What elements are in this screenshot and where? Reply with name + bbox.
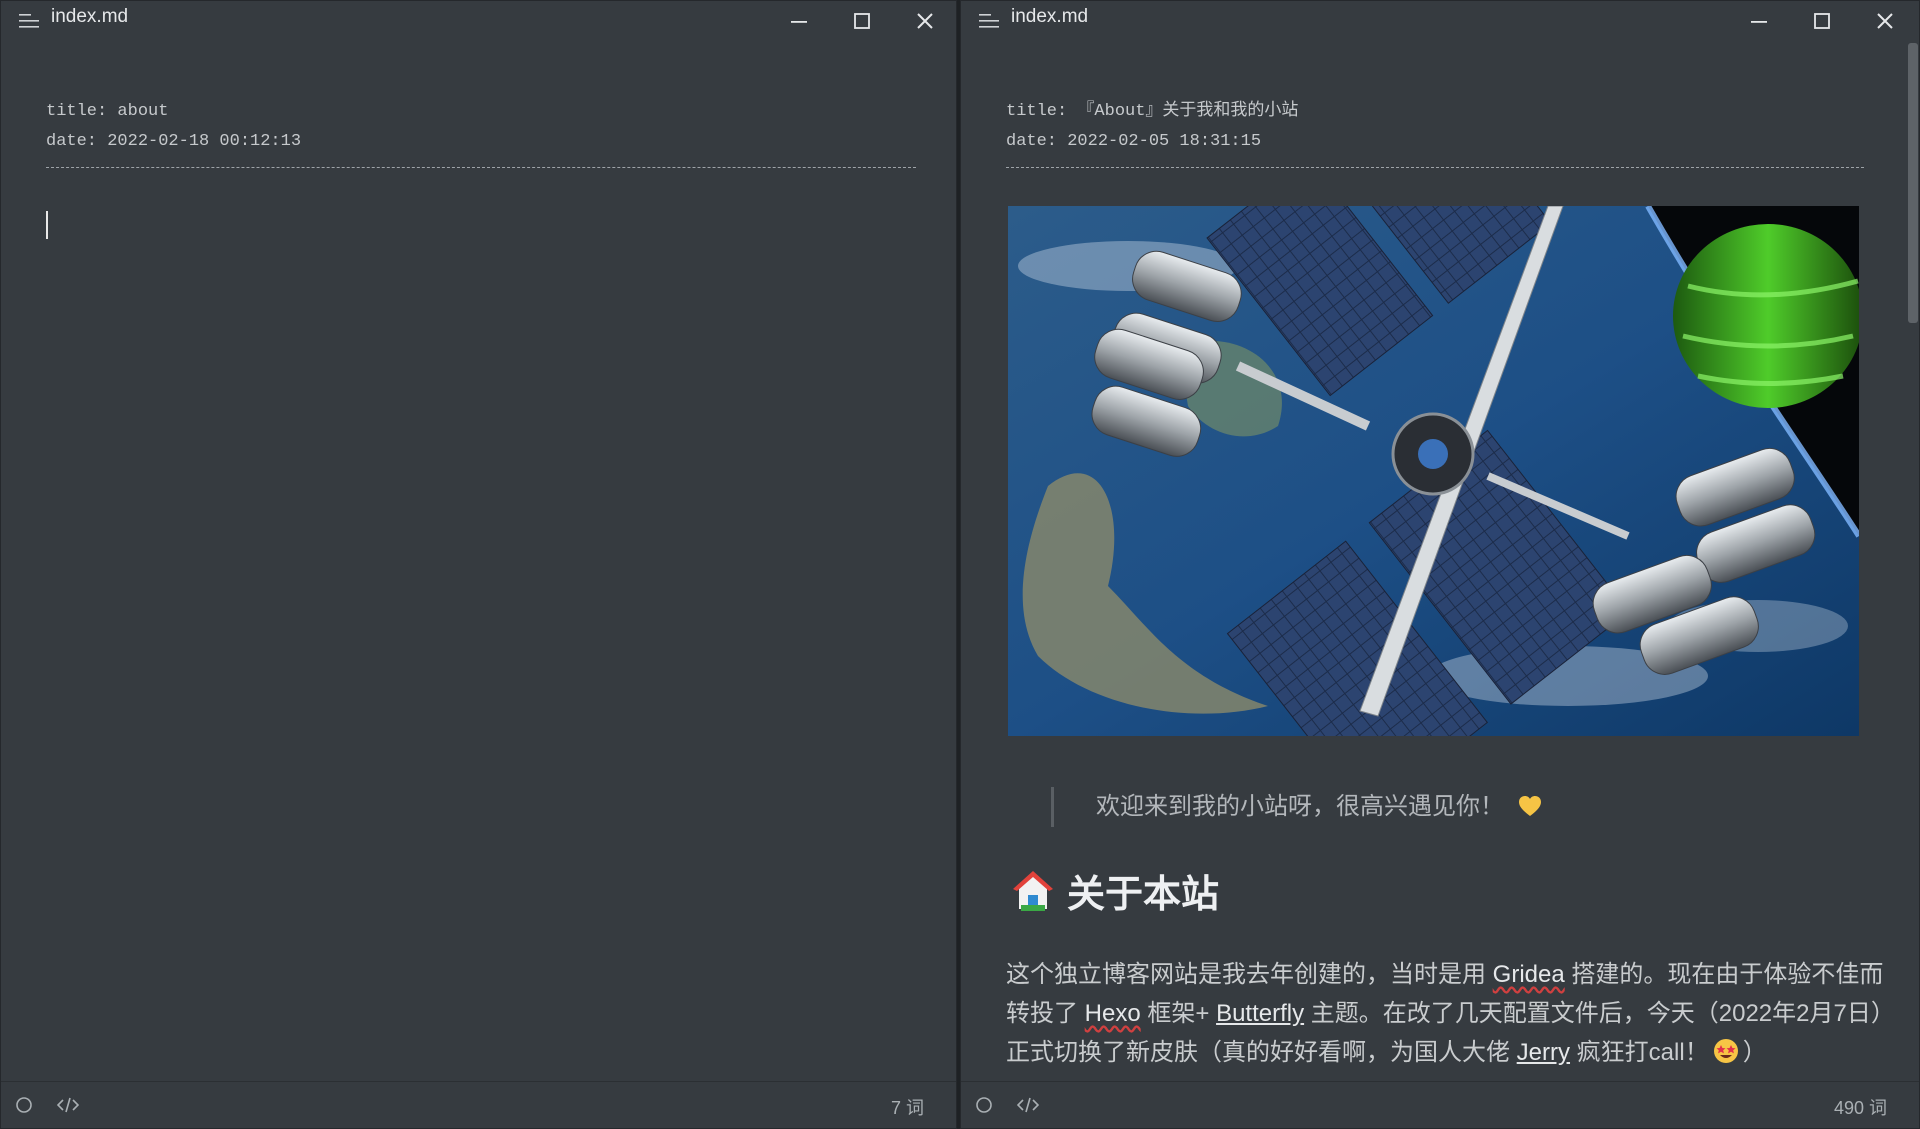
link-butterfly[interactable]: Butterfly [1216, 1000, 1304, 1027]
link-jerry[interactable]: Jerry [1517, 1039, 1570, 1066]
about-paragraph: 这个独立博客网站是我去年创建的，当时是用 Gridea 搭建的。现在由于体验不佳… [1006, 955, 1886, 1072]
star-struck-face-icon [1713, 1039, 1738, 1063]
front-matter[interactable]: title: about date: 2022-02-18 00:12:13 [46, 97, 301, 157]
section-heading-text: 关于本站 [1067, 874, 1220, 916]
section-heading: 关于本站 [1011, 863, 1219, 927]
front-matter-title: title: 『About』关于我和我的小站 [1006, 102, 1299, 121]
front-matter-title: title: about [46, 102, 169, 121]
blockquote-text: 欢迎来到我的小站呀，很高兴遇见你！ [1096, 793, 1504, 820]
link-hexo[interactable]: Hexo [1085, 1000, 1141, 1027]
front-matter-separator [46, 167, 916, 168]
scrollbar-thumb[interactable] [1908, 43, 1918, 323]
source-code-icon[interactable] [57, 1095, 79, 1115]
window-title: index.md [1011, 6, 1089, 27]
front-matter-date: date: 2022-02-18 00:12:13 [46, 132, 302, 151]
close-icon[interactable] [914, 10, 936, 32]
front-matter-date: date: 2022-02-05 18:31:15 [1006, 132, 1262, 151]
maximize-icon[interactable] [1811, 10, 1833, 32]
word-count[interactable]: 7 词 [891, 1094, 924, 1120]
paragraph-text: ） [1742, 1039, 1767, 1066]
title-bar[interactable]: index.md [1, 1, 956, 39]
title-bar[interactable]: index.md [961, 1, 1919, 39]
close-icon[interactable] [1874, 10, 1896, 32]
text-cursor[interactable] [46, 211, 48, 239]
paragraph-text: 框架+ [1140, 1000, 1217, 1027]
status-bar: 7 词 [1, 1081, 956, 1128]
front-matter[interactable]: title: 『About』关于我和我的小站 date: 2022-02-05 … [1006, 97, 1298, 157]
status-bar: 490 词 [961, 1081, 1919, 1128]
house-icon [1013, 871, 1053, 911]
minimize-icon[interactable] [788, 10, 810, 32]
paragraph-text: 疯狂打call！ [1570, 1039, 1709, 1066]
circle-status-icon[interactable] [13, 1095, 35, 1115]
editor-window-left: index.md title: about date: 2022-02-18 0… [0, 0, 957, 1129]
front-matter-separator [1006, 167, 1864, 168]
source-code-icon[interactable] [1017, 1095, 1039, 1115]
blockquote: 欢迎来到我的小站呀，很高兴遇见你！ [1051, 787, 1542, 827]
outline-menu-icon[interactable] [19, 13, 41, 29]
space-station-image[interactable] [1008, 206, 1859, 736]
circle-status-icon[interactable] [973, 1095, 995, 1115]
yellow-heart-icon [1519, 796, 1541, 816]
maximize-icon[interactable] [851, 10, 873, 32]
window-title: index.md [51, 6, 129, 27]
editor-window-right: index.md title: 『About』关于我和我的小站 date: 20… [960, 0, 1920, 1129]
word-count[interactable]: 490 词 [1834, 1094, 1887, 1120]
paragraph-text: 这个独立博客网站是我去年创建的，当时是用 [1006, 961, 1493, 988]
link-gridea[interactable]: Gridea [1493, 961, 1565, 988]
outline-menu-icon[interactable] [979, 13, 1001, 29]
minimize-icon[interactable] [1748, 10, 1770, 32]
